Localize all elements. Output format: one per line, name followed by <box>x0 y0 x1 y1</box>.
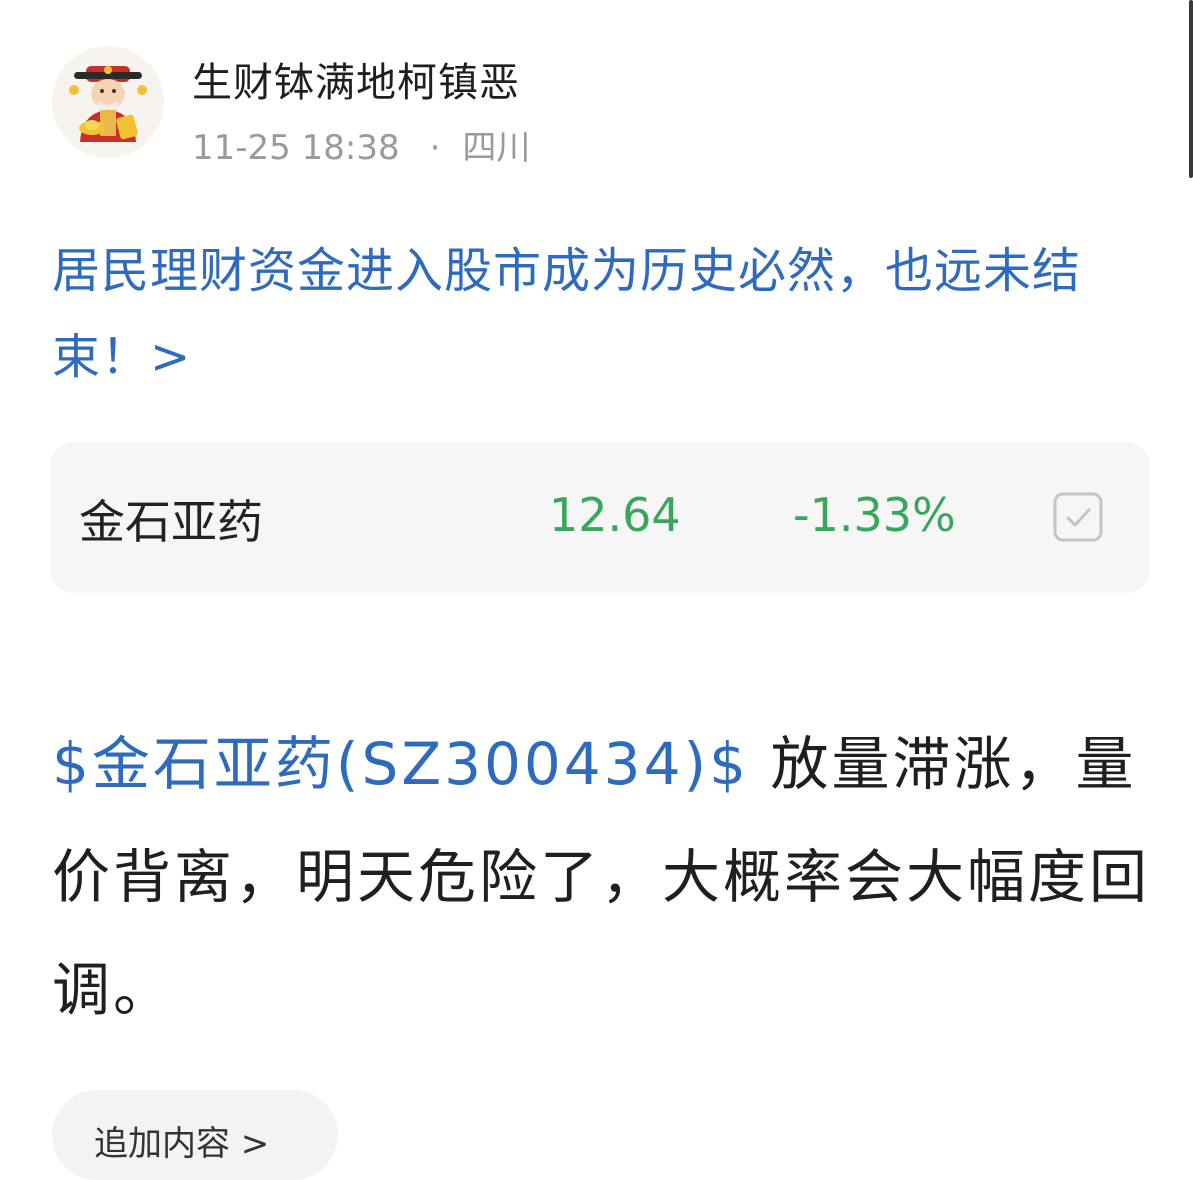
append-content-chip[interactable]: 追加内容 > <box>52 1090 338 1180</box>
post-time: 11-25 18:38 <box>192 128 400 168</box>
meta-separator: · <box>429 128 441 168</box>
post-body: $金石亚药(SZ300434)$ 放量滞涨，量价背离，明天危险了，大概率会大幅度… <box>52 708 1152 1047</box>
stock-tag-link[interactable]: $金石亚药(SZ300434)$ <box>52 730 749 798</box>
god-of-wealth-avatar-icon <box>52 46 164 158</box>
post-header: 生财钵满地柯镇恶 11-25 18:38 · 四川 <box>52 44 1052 168</box>
author-avatar[interactable] <box>52 46 164 158</box>
post-meta: 11-25 18:38 · 四川 <box>192 120 530 169</box>
post-title-link[interactable]: 居民理财资金进入股市成为历史必然，也远未结束！> <box>52 228 1152 400</box>
author-name[interactable]: 生财钵满地柯镇恶 <box>192 50 520 108</box>
stock-name: 金石亚药 <box>79 495 263 549</box>
append-content-label: 追加内容 > <box>94 1124 270 1164</box>
stock-quote-card[interactable]: 金石亚药 12.64 -1.33% <box>51 442 1149 593</box>
stock-change: -1.33% <box>793 488 956 542</box>
stock-price: 12.64 <box>549 488 681 542</box>
watchlist-button[interactable] <box>1053 492 1103 542</box>
post-location: 四川 <box>462 128 531 168</box>
checkbox-checked-icon <box>1053 492 1103 542</box>
scroll-indicator[interactable] <box>1189 0 1193 178</box>
